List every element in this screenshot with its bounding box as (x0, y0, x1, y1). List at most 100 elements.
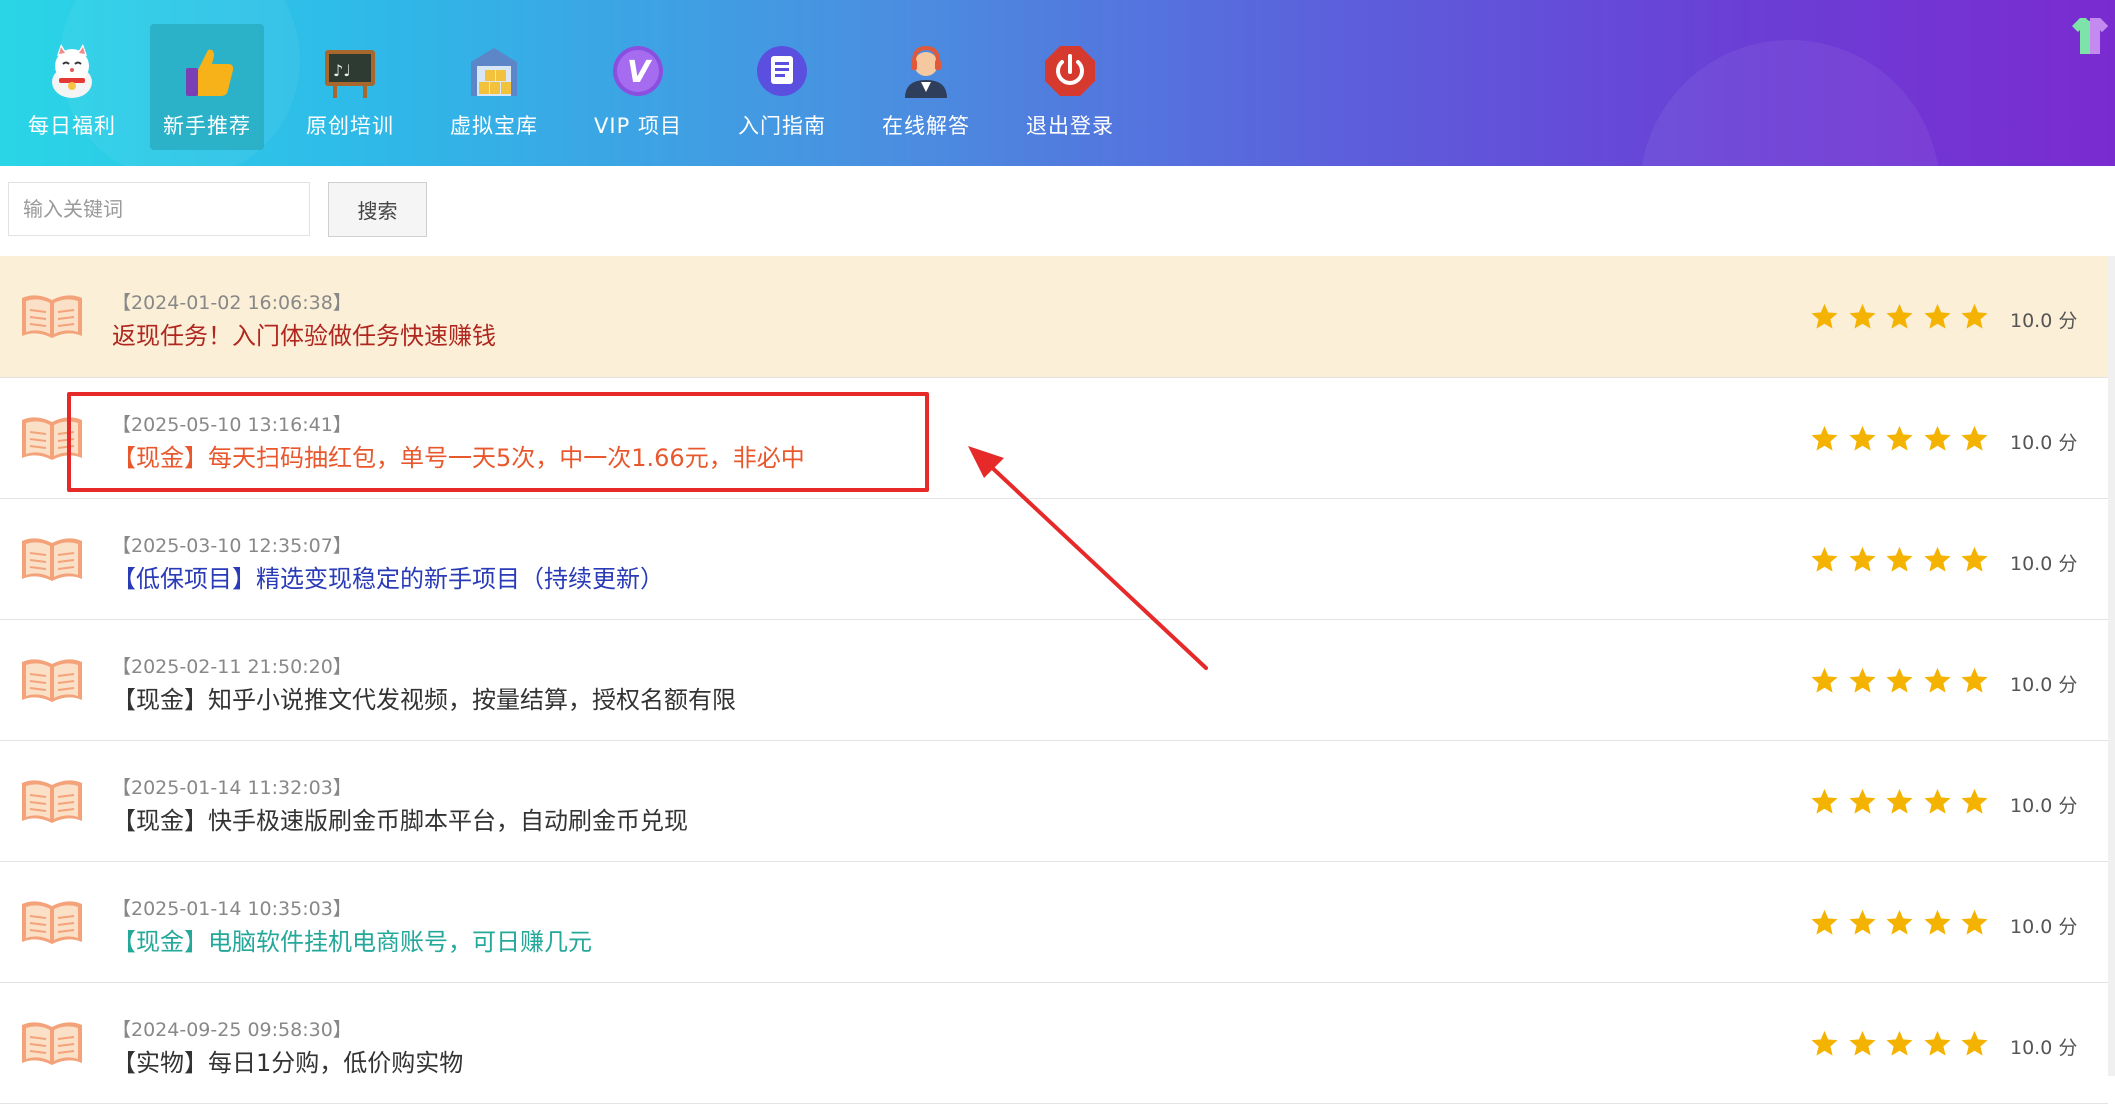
nav-item-original-training[interactable]: ♪♩ 原创培训 (278, 24, 422, 150)
star-icon (1811, 546, 1838, 572)
item-score: 10.0 分 (2010, 674, 2078, 696)
star-icon (1961, 667, 1988, 693)
star-icon (1961, 1030, 1988, 1056)
star-icon (1848, 1030, 1876, 1056)
book-icon (20, 535, 84, 585)
nav-label: 虚拟宝库 (450, 114, 538, 138)
top-nav-bar: 每日福利 新手推荐 ♪♩ 原创培训 虚拟宝库 V VIP 项目 入门指南 在线解… (0, 0, 2115, 166)
star-icon (1923, 425, 1951, 451)
rating-stars (1810, 302, 1998, 331)
nav-item-vip-projects[interactable]: V VIP 项目 (566, 24, 710, 150)
item-date: 【2025-02-11 21:50:20】 (112, 656, 352, 678)
power-icon (1041, 42, 1099, 100)
item-title-link[interactable]: 【低保项目】精选变现稳定的新手项目（持续更新） (112, 559, 664, 594)
star-icon (1848, 425, 1876, 451)
nav-label: 新手推荐 (163, 114, 251, 138)
star-icon (1961, 788, 1988, 814)
star-icon (1923, 1030, 1951, 1056)
nav-item-beginner-recommend[interactable]: 新手推荐 (150, 24, 264, 150)
star-icon (1961, 909, 1988, 935)
star-icon (1961, 425, 1988, 451)
svg-text:V: V (627, 55, 653, 90)
list-item[interactable]: 【2025-01-14 10:35:03】 【现金】电脑软件挂机电商账号，可日赚… (0, 862, 2108, 983)
book-icon (20, 292, 84, 342)
star-icon (1811, 303, 1838, 329)
star-icon (1886, 788, 1913, 814)
star-icon (1811, 788, 1838, 814)
item-title-link[interactable]: 返现任务！入门体验做任务快速赚钱 (112, 316, 496, 351)
star-icon (1886, 303, 1913, 329)
star-icon (1848, 909, 1876, 935)
star-icon (1961, 303, 1988, 329)
item-score: 10.0 分 (2010, 310, 2078, 332)
item-date: 【2025-01-14 11:32:03】 (112, 777, 352, 799)
scrollbar[interactable] (2108, 256, 2115, 1076)
item-score: 10.0 分 (2010, 795, 2078, 817)
vip-icon: V (609, 42, 667, 100)
lucky-cat-icon (43, 42, 101, 100)
star-icon (1848, 788, 1876, 814)
item-date: 【2024-01-02 16:06:38】 (112, 292, 352, 314)
star-icon (1848, 303, 1876, 329)
star-icon (1811, 909, 1838, 935)
star-icon (1886, 667, 1913, 693)
star-icon (1886, 1030, 1913, 1056)
star-icon (1923, 667, 1951, 693)
annotation-highlight-box (67, 392, 929, 492)
nav-item-online-answers[interactable]: 在线解答 (854, 24, 998, 150)
nav-label: 退出登录 (1026, 114, 1114, 138)
star-icon (1961, 546, 1988, 572)
item-title-link[interactable]: 【实物】每日1分购，低价购实物 (112, 1043, 463, 1078)
nav-item-virtual-vault[interactable]: 虚拟宝库 (422, 24, 566, 150)
star-icon (1811, 425, 1838, 451)
rating-stars (1810, 424, 1998, 453)
list-item[interactable]: 【2025-01-14 11:32:03】 【现金】快手极速版刷金币脚本平台，自… (0, 741, 2108, 862)
item-title-link[interactable]: 【现金】电脑软件挂机电商账号，可日赚几元 (112, 922, 592, 957)
list-item[interactable]: 【2024-01-02 16:06:38】 返现任务！入门体验做任务快速赚钱 1… (0, 256, 2108, 378)
support-agent-icon (897, 42, 955, 100)
annotation-arrow-icon (968, 446, 1208, 670)
nav-label: VIP 项目 (594, 114, 682, 138)
article-list: 【2024-01-02 16:06:38】 返现任务！入门体验做任务快速赚钱 1… (0, 256, 2108, 1104)
nav-label: 每日福利 (28, 114, 116, 138)
item-score: 10.0 分 (2010, 553, 2078, 575)
guide-icon (753, 42, 811, 100)
header-decoration (1640, 40, 1940, 166)
book-icon (20, 656, 84, 706)
star-icon (1811, 667, 1838, 693)
list-item[interactable]: 【2024-09-25 09:58:30】 【实物】每日1分购，低价购实物 10… (0, 983, 2108, 1104)
nav-item-logout[interactable]: 退出登录 (998, 24, 1142, 150)
blackboard-icon: ♪♩ (321, 42, 379, 100)
warehouse-icon (465, 42, 523, 100)
search-button[interactable]: 搜索 (328, 182, 427, 237)
rating-stars (1810, 908, 1998, 937)
search-input[interactable] (8, 182, 310, 236)
main-nav: 每日福利 新手推荐 ♪♩ 原创培训 虚拟宝库 V VIP 项目 入门指南 在线解… (0, 24, 1142, 150)
nav-label: 原创培训 (306, 114, 394, 138)
star-icon (1886, 909, 1913, 935)
rating-stars (1810, 666, 1998, 695)
star-icon (1923, 303, 1951, 329)
star-icon (1923, 909, 1951, 935)
item-date: 【2025-01-14 10:35:03】 (112, 898, 352, 920)
star-icon (1886, 546, 1913, 572)
rating-stars (1810, 1029, 1998, 1058)
item-score: 10.0 分 (2010, 916, 2078, 938)
nav-item-daily-welfare[interactable]: 每日福利 (0, 24, 144, 150)
book-icon (20, 1019, 84, 1069)
star-icon (1811, 1030, 1838, 1056)
item-score: 10.0 分 (2010, 432, 2078, 454)
nav-label: 在线解答 (882, 114, 970, 138)
item-title-link[interactable]: 【现金】快手极速版刷金币脚本平台，自动刷金币兑现 (112, 801, 688, 836)
nav-item-getting-started[interactable]: 入门指南 (710, 24, 854, 150)
rating-stars (1810, 787, 1998, 816)
star-icon (1923, 788, 1951, 814)
nav-label: 入门指南 (738, 114, 826, 138)
svg-text:♪♩: ♪♩ (333, 61, 351, 80)
item-title-link[interactable]: 【现金】知乎小说推文代发视频，按量结算，授权名额有限 (112, 680, 736, 715)
book-icon (20, 777, 84, 827)
item-date: 【2024-09-25 09:58:30】 (112, 1019, 352, 1041)
thumbs-up-icon (178, 42, 236, 100)
star-icon (1886, 425, 1913, 451)
shirt-icon[interactable] (2068, 14, 2112, 58)
